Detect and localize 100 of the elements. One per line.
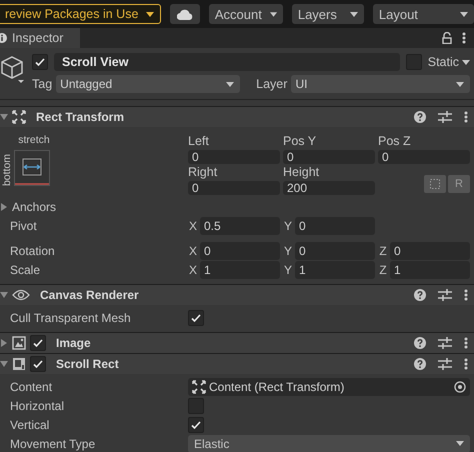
- layout-dropdown[interactable]: Layout: [372, 4, 474, 24]
- caret-icon: [146, 12, 154, 16]
- number-field[interactable]: 0: [295, 216, 375, 234]
- caret-icon: [350, 12, 358, 16]
- settings-sliders-icon[interactable]: [438, 337, 452, 349]
- checkmark-icon: [33, 339, 43, 348]
- component-header[interactable]: Scroll Rect: [0, 353, 474, 374]
- field-label: Cull Transparent Mesh: [9, 310, 132, 324]
- more-icon[interactable]: [464, 358, 468, 370]
- help-icon[interactable]: [414, 358, 426, 370]
- cloud-icon: [177, 8, 194, 20]
- axis-label: Y: [283, 244, 293, 258]
- checkmark-icon: [191, 420, 201, 429]
- account-dropdown[interactable]: Account: [208, 4, 283, 24]
- help-icon[interactable]: [414, 337, 426, 349]
- axis-label: Z: [378, 244, 388, 258]
- number-field[interactable]: 1: [200, 260, 280, 278]
- checkmark-icon: [33, 360, 43, 368]
- anchor-label: bottom: [1, 154, 13, 186]
- caret-icon: [460, 12, 468, 16]
- number-field[interactable]: 0: [378, 150, 470, 164]
- image-icon: [12, 336, 26, 350]
- component-header[interactable]: Image: [0, 332, 474, 353]
- caret-icon: [456, 441, 464, 446]
- more-icon[interactable]: [462, 32, 466, 44]
- object-field[interactable]: Content (Rect Transform): [188, 378, 470, 396]
- foldout-arrow-icon[interactable]: [0, 360, 8, 368]
- active-checkbox[interactable]: [32, 54, 48, 70]
- number-field[interactable]: 0: [188, 150, 280, 164]
- checkmark-icon: [191, 314, 201, 322]
- number-field[interactable]: 0: [200, 242, 280, 260]
- lock-icon[interactable]: [442, 32, 452, 44]
- static-checkbox[interactable]: [406, 54, 422, 70]
- target-icon[interactable]: [454, 380, 466, 392]
- inspector-tab[interactable]: Inspector: [0, 28, 80, 48]
- caret-icon: [456, 82, 464, 86]
- scroll-rect-icon: [12, 357, 26, 371]
- layer-dropdown[interactable]: UI: [291, 75, 470, 93]
- object-name-field[interactable]: Scroll View: [54, 53, 400, 71]
- number-field[interactable]: 200: [283, 181, 375, 195]
- checkbox[interactable]: [188, 398, 204, 414]
- anchor-preset-icon[interactable]: [14, 150, 50, 186]
- number-field[interactable]: 1: [295, 260, 375, 278]
- foldout-arrow-icon[interactable]: [0, 202, 8, 210]
- static-dropdown[interactable]: Static: [428, 55, 470, 69]
- foldout-arrow-icon[interactable]: [0, 339, 8, 347]
- blueprint-mode-button[interactable]: [424, 175, 446, 193]
- enable-checkbox[interactable]: [30, 335, 46, 351]
- caret-icon: [270, 12, 277, 16]
- field-label: Pos Z: [378, 134, 412, 150]
- enable-checkbox[interactable]: [30, 356, 46, 372]
- field-label: Rotation: [9, 244, 56, 258]
- help-icon[interactable]: [414, 111, 426, 123]
- caret-icon: [226, 82, 234, 86]
- layer-label: Layer: [256, 77, 288, 91]
- more-icon[interactable]: [464, 337, 468, 349]
- field-label: Scale: [9, 262, 42, 276]
- component-header[interactable]: Canvas Renderer: [0, 284, 474, 305]
- cloud-button[interactable]: [170, 4, 200, 24]
- foldout-arrow-icon[interactable]: [0, 291, 8, 299]
- eye-icon: [12, 289, 30, 301]
- component-title: Image: [56, 336, 92, 350]
- field-label: Content: [9, 380, 54, 394]
- preview-packages-button[interactable]: review Packages in Use: [0, 4, 162, 24]
- number-field[interactable]: 0.5: [200, 216, 280, 234]
- tag-label: Tag: [32, 77, 52, 91]
- help-icon[interactable]: [414, 289, 426, 301]
- component-title: Rect Transform: [36, 110, 126, 124]
- number-field[interactable]: 0: [295, 242, 375, 260]
- number-field[interactable]: 1: [390, 260, 470, 278]
- field-label: Right: [188, 165, 218, 181]
- tag-dropdown[interactable]: Untagged: [56, 75, 240, 93]
- more-icon[interactable]: [464, 111, 468, 123]
- number-field[interactable]: 0: [188, 181, 280, 195]
- field-label: Movement Type: [9, 436, 96, 450]
- settings-sliders-icon[interactable]: [438, 111, 452, 123]
- field-label: Left: [188, 134, 210, 150]
- field-label: Horizontal: [9, 398, 66, 412]
- checkbox[interactable]: [188, 416, 204, 432]
- component-header[interactable]: Rect Transform: [0, 106, 474, 127]
- settings-sliders-icon[interactable]: [438, 289, 452, 301]
- field-label: Pivot: [9, 218, 38, 232]
- more-icon[interactable]: [464, 289, 468, 301]
- axis-label: Y: [283, 218, 293, 232]
- settings-sliders-icon[interactable]: [438, 358, 452, 370]
- anchor-label: stretch: [17, 134, 51, 148]
- dropdown[interactable]: Elastic: [188, 434, 470, 452]
- foldout[interactable]: Anchors: [0, 200, 188, 214]
- number-field[interactable]: 0: [390, 242, 470, 260]
- caret-icon: [462, 60, 470, 64]
- foldout-arrow-icon[interactable]: [0, 113, 8, 121]
- cube-icon: [0, 55, 26, 85]
- rect-transform-icon: [192, 380, 206, 394]
- layers-dropdown[interactable]: Layers: [292, 4, 364, 24]
- axis-label: X: [188, 244, 198, 258]
- number-field[interactable]: 0: [283, 150, 375, 164]
- checkmark-icon: [35, 58, 45, 66]
- dashed-square-icon: [430, 179, 440, 189]
- checkbox[interactable]: [188, 310, 204, 326]
- axis-label: Z: [378, 262, 388, 276]
